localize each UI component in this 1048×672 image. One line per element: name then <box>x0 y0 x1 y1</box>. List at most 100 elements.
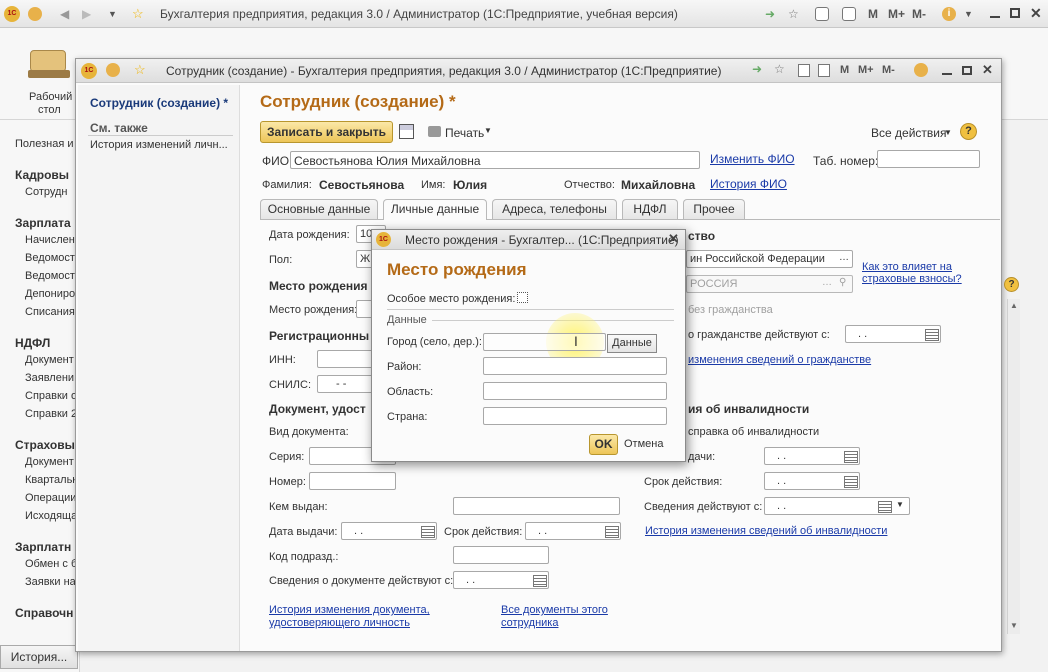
issue-date-calendar-icon[interactable] <box>421 526 435 538</box>
disability-validity-calendar-icon[interactable] <box>844 476 858 488</box>
doc-history-link-1[interactable]: История изменения документа, <box>269 604 430 616</box>
doc-history-link-2[interactable]: удостоверяющего личность <box>269 617 410 629</box>
change-fio-link[interactable]: Изменить ФИО <box>710 152 795 166</box>
leftnav-item-10[interactable]: Документ <box>25 354 74 366</box>
back-icon[interactable]: ◀ <box>60 7 74 21</box>
region-input[interactable] <box>483 382 667 400</box>
desktop-icon[interactable] <box>24 42 74 82</box>
minimize-icon[interactable] <box>990 16 1000 18</box>
citizenship-help-icon[interactable]: ? <box>1004 277 1019 292</box>
doc-valid-from-calendar-icon[interactable] <box>533 575 547 587</box>
scroll-up-icon[interactable]: ▲ <box>1010 301 1018 310</box>
leftnav-item-4[interactable]: Начислен <box>25 234 75 246</box>
favorite-icon[interactable]: ☆ <box>134 62 146 78</box>
validity-input[interactable]: . . <box>525 522 621 540</box>
save-icon[interactable] <box>399 124 414 139</box>
memory-plus-button[interactable]: M+ <box>888 7 905 21</box>
leftnav-item-13[interactable]: Справки 2 <box>25 408 77 420</box>
dept-code-input[interactable] <box>453 546 549 564</box>
how-affects-link-2[interactable]: страховые взносы? <box>862 273 962 285</box>
bookmark-icon[interactable]: ☆ <box>788 7 802 21</box>
leftnav-item-18[interactable]: Исходяща <box>25 510 77 522</box>
number-input[interactable] <box>309 472 396 490</box>
leftnav-item-5[interactable]: Ведомост <box>25 252 75 264</box>
leftnav-section-19[interactable]: Зарплатн <box>15 540 71 554</box>
window-info-icon[interactable] <box>914 63 928 77</box>
leftnav-item-6[interactable]: Ведомост <box>25 270 75 282</box>
form-scrollbar[interactable]: ▲ ▼ <box>1007 299 1020 634</box>
citizenship-select[interactable]: ин Российской Федерации… <box>686 250 853 268</box>
tab-other[interactable]: Прочее <box>683 199 745 219</box>
desktop-label-2[interactable]: стол <box>38 104 61 116</box>
print-dropdown-icon[interactable]: ▼ <box>484 126 492 135</box>
side-history-link[interactable]: История изменений личн... <box>90 139 228 151</box>
issue-date-input[interactable]: . . <box>341 522 437 540</box>
leftnav-section-22[interactable]: Справочн <box>15 606 73 620</box>
window-minimize-icon[interactable] <box>942 73 952 75</box>
tab-number-input[interactable] <box>877 150 980 168</box>
window-calendar-icon[interactable] <box>818 64 830 77</box>
calendar-icon[interactable] <box>842 7 856 21</box>
tab-main-data[interactable]: Основные данные <box>260 199 378 219</box>
citizenship-select-icon[interactable]: … <box>839 252 849 263</box>
leftnav-section-3[interactable]: Зарплата <box>15 216 71 230</box>
window-m-button[interactable]: M <box>840 64 849 76</box>
calculator-icon[interactable] <box>815 7 829 21</box>
leftnav-item-17[interactable]: Операции <box>25 492 76 504</box>
leftnav-item-12[interactable]: Справки о <box>25 390 77 402</box>
country-input[interactable] <box>483 407 667 425</box>
issued-by-input[interactable] <box>453 497 620 515</box>
window-link-icon[interactable]: ➜ <box>752 62 762 76</box>
desktop-label-1[interactable]: Рабочий <box>29 91 72 103</box>
snils-input[interactable]: - - <box>317 375 377 393</box>
dialog-close-icon[interactable]: ✕ <box>668 231 679 247</box>
maximize-icon[interactable] <box>1010 8 1020 18</box>
dropdown-icon[interactable]: ▼ <box>108 7 122 21</box>
window-calc-icon[interactable] <box>798 64 810 77</box>
close-icon[interactable]: ✕ <box>1030 5 1042 22</box>
disability-from-calendar-icon[interactable] <box>878 501 892 513</box>
leftnav-item-15[interactable]: Документ <box>25 456 74 468</box>
history-button[interactable]: История... <box>0 645 78 669</box>
doc-valid-from-input[interactable]: . . <box>453 571 549 589</box>
cancel-button[interactable]: Отмена <box>624 438 663 450</box>
help-button[interactable]: ? <box>960 123 977 140</box>
link-icon[interactable]: ➜ <box>765 7 779 21</box>
citizenship-history-link[interactable]: изменения сведений о гражданстве <box>688 354 871 366</box>
disability-history-link[interactable]: История изменения сведений об инвалиднос… <box>645 525 887 537</box>
disability-validity-input[interactable]: . . <box>764 472 860 490</box>
city-data-button[interactable]: Данные <box>607 334 657 353</box>
leftnav-item-21[interactable]: Заявки на <box>25 576 76 588</box>
city-input[interactable] <box>483 333 606 351</box>
tab-addresses[interactable]: Адреса, телефоны <box>492 199 617 219</box>
all-docs-link-2[interactable]: сотрудника <box>501 617 558 629</box>
inn-input[interactable] <box>317 350 377 368</box>
scroll-down-icon[interactable]: ▼ <box>1010 621 1018 630</box>
leftnav-item-0[interactable]: Полезная и <box>15 138 73 150</box>
save-close-button[interactable]: Записать и закрыть <box>260 121 393 143</box>
info-icon[interactable]: i <box>942 7 956 21</box>
leftnav-section-1[interactable]: Кадровы <box>15 168 69 182</box>
leftnav-section-9[interactable]: НДФЛ <box>15 336 50 350</box>
validity-calendar-icon[interactable] <box>605 526 619 538</box>
all-actions-dropdown-icon[interactable]: ▼ <box>944 128 952 137</box>
settings-dropdown-icon[interactable]: ▼ <box>964 7 978 21</box>
tab-personal-data[interactable]: Личные данные <box>383 199 487 220</box>
all-docs-link-1[interactable]: Все документы этого <box>501 604 608 616</box>
print-icon[interactable] <box>428 126 441 137</box>
leftnav-section-14[interactable]: Страховы <box>15 438 75 452</box>
window-close-icon[interactable]: ✕ <box>982 62 993 78</box>
side-current-item[interactable]: Сотрудник (создание) * <box>90 96 228 110</box>
window-mminus-button[interactable]: M- <box>882 64 895 76</box>
print-button[interactable]: Печать <box>445 126 484 140</box>
leftnav-item-7[interactable]: Депониро <box>25 288 75 300</box>
leftnav-item-16[interactable]: Квартальн <box>25 474 78 486</box>
disability-issue-calendar-icon[interactable] <box>844 451 858 463</box>
disability-from-dropdown-icon[interactable]: ▼ <box>896 500 904 509</box>
memory-m-button[interactable]: M <box>868 7 878 21</box>
citizenship-from-calendar-icon[interactable] <box>925 329 939 341</box>
disability-issue-input[interactable]: . . <box>764 447 860 465</box>
special-birthplace-checkbox[interactable] <box>517 292 528 303</box>
disability-from-input[interactable]: . . ▼ <box>764 497 910 515</box>
forward-icon[interactable]: ▶ <box>82 7 96 21</box>
